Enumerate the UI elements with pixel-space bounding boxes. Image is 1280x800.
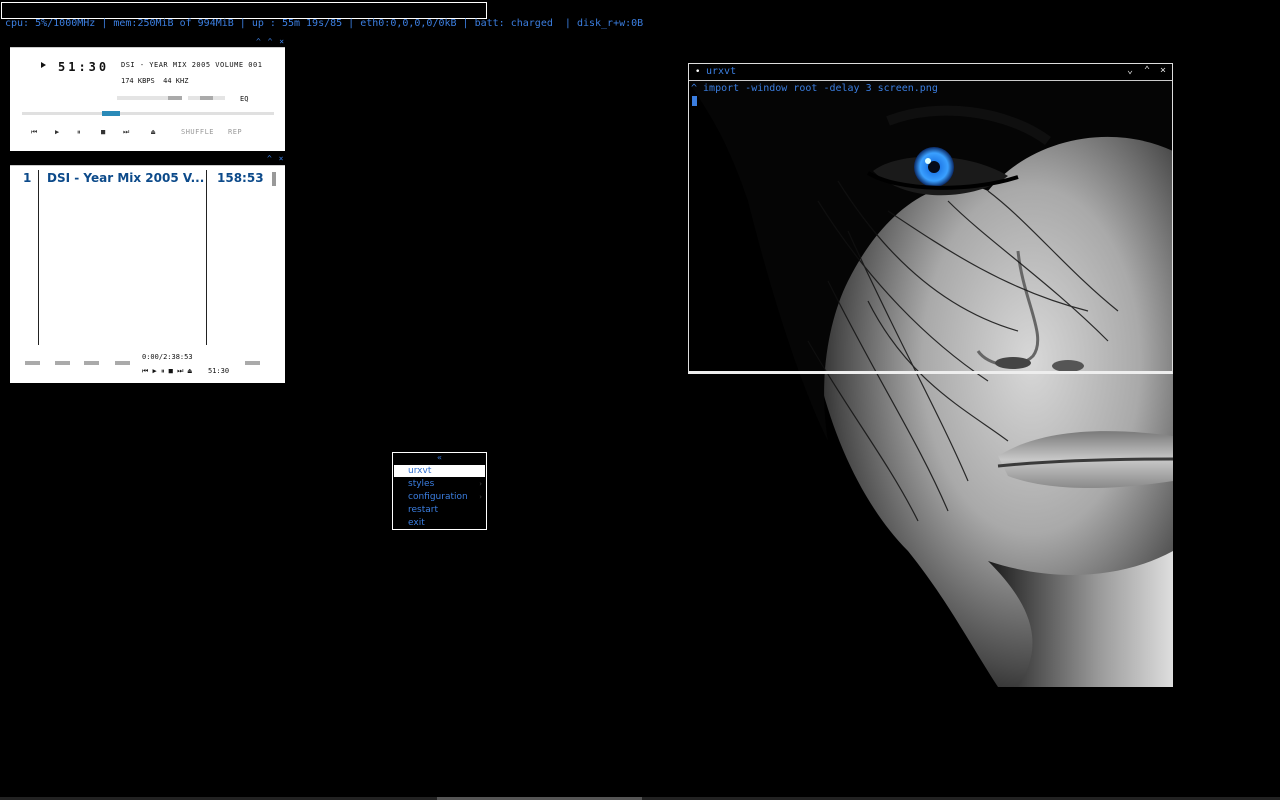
playlist-window: 1 DSI - Year Mix 2005 V... 158:53 0:00/2… [10, 165, 285, 383]
playlist-entry-title[interactable]: DSI - Year Mix 2005 V... [47, 171, 204, 185]
playlist-elapsed-time: 51:30 [208, 367, 230, 375]
eq-button[interactable]: EQ [240, 95, 248, 103]
play-status-icon [41, 62, 46, 68]
prev-icon[interactable]: ⏮ [31, 128, 37, 137]
terminal-titlebar[interactable]: • urxvt ⌄ ⌃ × [689, 64, 1172, 81]
playlist-window-controls[interactable]: ^ × [267, 154, 284, 163]
terminal-command-line[interactable]: ^ import -window root -delay 3 screen.pn… [691, 83, 938, 94]
seek-bar[interactable] [22, 111, 274, 116]
playlist-entry-number[interactable]: 1 [23, 171, 31, 185]
playlist-misc-button[interactable] [115, 361, 130, 365]
playlist-entry-length[interactable]: 158:53 [217, 171, 264, 185]
playlist-remove-button[interactable] [55, 361, 70, 365]
play-icon[interactable]: ▶ [55, 128, 59, 136]
menu-item-styles[interactable]: styles › [394, 478, 485, 490]
submenu-arrow-icon: › [479, 480, 482, 488]
eject-icon[interactable]: ⏏ [151, 128, 155, 136]
player-time-display[interactable]: 51:30 [58, 60, 109, 74]
pause-icon[interactable]: ⏸ [77, 128, 81, 137]
playlist-scrollbar[interactable] [272, 172, 276, 186]
maximize-icon[interactable]: ⌃ [1144, 65, 1150, 76]
window-menu-icon[interactable]: • [695, 67, 700, 77]
bitrate-info: 174 KBPS 44 KHZ [121, 77, 189, 85]
balance-slider[interactable] [188, 96, 225, 100]
menu-item-label: styles [408, 479, 435, 489]
shuffle-toggle[interactable]: SHUFFLE [181, 128, 214, 136]
player-window-controls[interactable]: ^ ^ × [256, 37, 285, 46]
volume-handle[interactable] [168, 96, 182, 100]
menu-item-label: exit [408, 518, 425, 528]
menu-item-exit[interactable]: exit [394, 517, 485, 529]
repeat-toggle[interactable]: REP [228, 128, 242, 136]
terminal-cursor [692, 96, 697, 106]
playlist-divider [206, 170, 207, 345]
playlist-select-button[interactable] [84, 361, 99, 365]
playlist-add-button[interactable] [25, 361, 40, 365]
track-title-marquee: DSI - YEAR MIX 2005 VOLUME 001 [121, 61, 263, 69]
terminal-title: urxvt [706, 66, 737, 77]
playlist-time-display: 0:00/2:38:53 [142, 353, 193, 361]
menu-item-urxvt[interactable]: urxvt [394, 465, 485, 477]
audio-player-window: 51:30 DSI - YEAR MIX 2005 VOLUME 001 174… [10, 47, 285, 151]
seek-handle[interactable] [102, 111, 120, 116]
menu-item-label: configuration [408, 492, 468, 502]
submenu-arrow-icon: › [479, 493, 482, 501]
root-menu-title: « [437, 453, 442, 462]
menu-item-restart[interactable]: restart [394, 504, 485, 516]
balance-handle[interactable] [200, 96, 213, 100]
playlist-divider [38, 170, 39, 345]
menu-item-label: restart [408, 505, 439, 515]
playlist-mini-controls[interactable]: ⏮ ▶ ⏸ ■ ⏭ ⏏ [142, 367, 192, 376]
volume-slider[interactable] [117, 96, 182, 100]
urxvt-terminal-window[interactable]: • urxvt ⌄ ⌃ × ^ import -window root -del… [688, 63, 1173, 374]
shade-icon[interactable]: ⌄ [1127, 65, 1133, 76]
menu-item-label: urxvt [408, 466, 432, 476]
command-input-bar[interactable] [1, 2, 487, 19]
playlist-list-button[interactable] [245, 361, 260, 365]
close-icon[interactable]: × [1160, 65, 1166, 76]
next-icon[interactable]: ⏭ [123, 128, 129, 137]
stop-icon[interactable]: ■ [101, 128, 105, 136]
root-menu[interactable]: « urxvt styles › configuration › restart… [392, 452, 487, 530]
system-status-bar: cpu: 5%/1000MHz | mem:250MiB of 994MiB |… [5, 18, 644, 29]
menu-item-configuration[interactable]: configuration › [394, 491, 485, 503]
